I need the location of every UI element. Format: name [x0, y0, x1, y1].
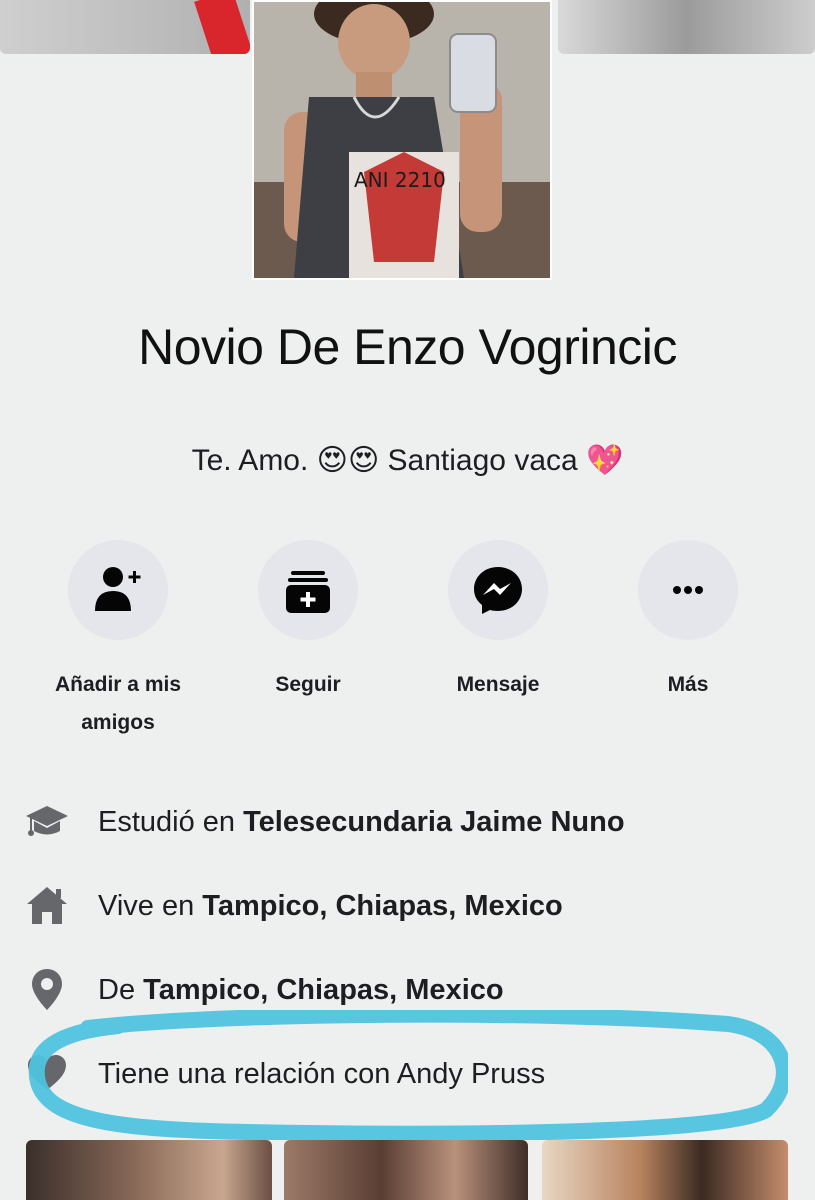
intro-lives: Vive en Tampico, Chiapas, Mexico [0, 874, 815, 934]
more-label: Más [667, 673, 709, 696]
bottom-photo-strip [0, 1140, 815, 1200]
intro-from-prefix: De [98, 974, 144, 1006]
intro-studied-value[interactable]: Telesecundaria Jaime Nuno [243, 806, 624, 838]
message-button[interactable]: Mensaje [398, 540, 598, 704]
add-friend-icon [95, 567, 141, 611]
profile-picture-illustration: ANI 2210 [254, 2, 550, 278]
intro-lives-text: Vive en Tampico, Chiapas, Mexico [98, 890, 563, 923]
add-friend-label: Añadir a mis amigos [54, 673, 182, 734]
follow-label: Seguir [275, 673, 341, 696]
photo-thumbnail[interactable] [26, 1140, 272, 1200]
profile-name: Novio De Enzo Vogrincic [138, 319, 677, 375]
intro-studied-text: Estudió en Telesecundaria Jaime Nuno [98, 806, 625, 839]
intro-from-text: De Tampico, Chiapas, Mexico [98, 974, 504, 1007]
message-circle [448, 540, 548, 640]
intro-lives-prefix: Vive en [98, 890, 203, 922]
message-label: Mensaje [456, 673, 540, 696]
graduation-cap-icon [26, 806, 68, 836]
messenger-icon [474, 567, 522, 614]
intro-studied: Estudió en Telesecundaria Jaime Nuno [0, 790, 815, 850]
intro-lives-value[interactable]: Tampico, Chiapas, Mexico [202, 890, 562, 922]
location-pin-icon [32, 969, 62, 1010]
photo-thumbnail[interactable] [542, 1140, 788, 1200]
follow-circle [258, 540, 358, 640]
intro-relationship-text[interactable]: Tiene una relación con Andy Pruss [98, 1058, 545, 1091]
follow-icon [286, 571, 330, 613]
more-icon [673, 586, 703, 594]
photo-thumbnail[interactable] [558, 0, 815, 54]
profile-picture[interactable]: ANI 2210 [252, 0, 552, 280]
intro-studied-prefix: Estudió en [98, 806, 244, 838]
heart-icon [28, 1055, 66, 1090]
intro-from: De Tampico, Chiapas, Mexico [0, 958, 815, 1018]
intro-relationship: Tiene una relación con Andy Pruss [0, 1042, 815, 1102]
add-friend-circle [68, 540, 168, 640]
add-friend-button[interactable]: Añadir a mis amigos [18, 540, 218, 742]
intro-from-value[interactable]: Tampico, Chiapas, Mexico [143, 974, 503, 1006]
more-button[interactable]: Más [588, 540, 788, 704]
photo-thumbnail[interactable] [284, 1140, 528, 1200]
photo-thumbnail[interactable] [0, 0, 250, 54]
more-circle [638, 540, 738, 640]
svg-text:ANI 2210: ANI 2210 [354, 168, 446, 192]
profile-bio: Te. Amo. 😍😍 Santiago vaca 💖 [191, 444, 624, 477]
follow-button[interactable]: Seguir [208, 540, 408, 704]
profile-actions: Añadir a mis amigos Seguir Mensaje Más [0, 540, 815, 740]
home-icon [27, 887, 67, 924]
